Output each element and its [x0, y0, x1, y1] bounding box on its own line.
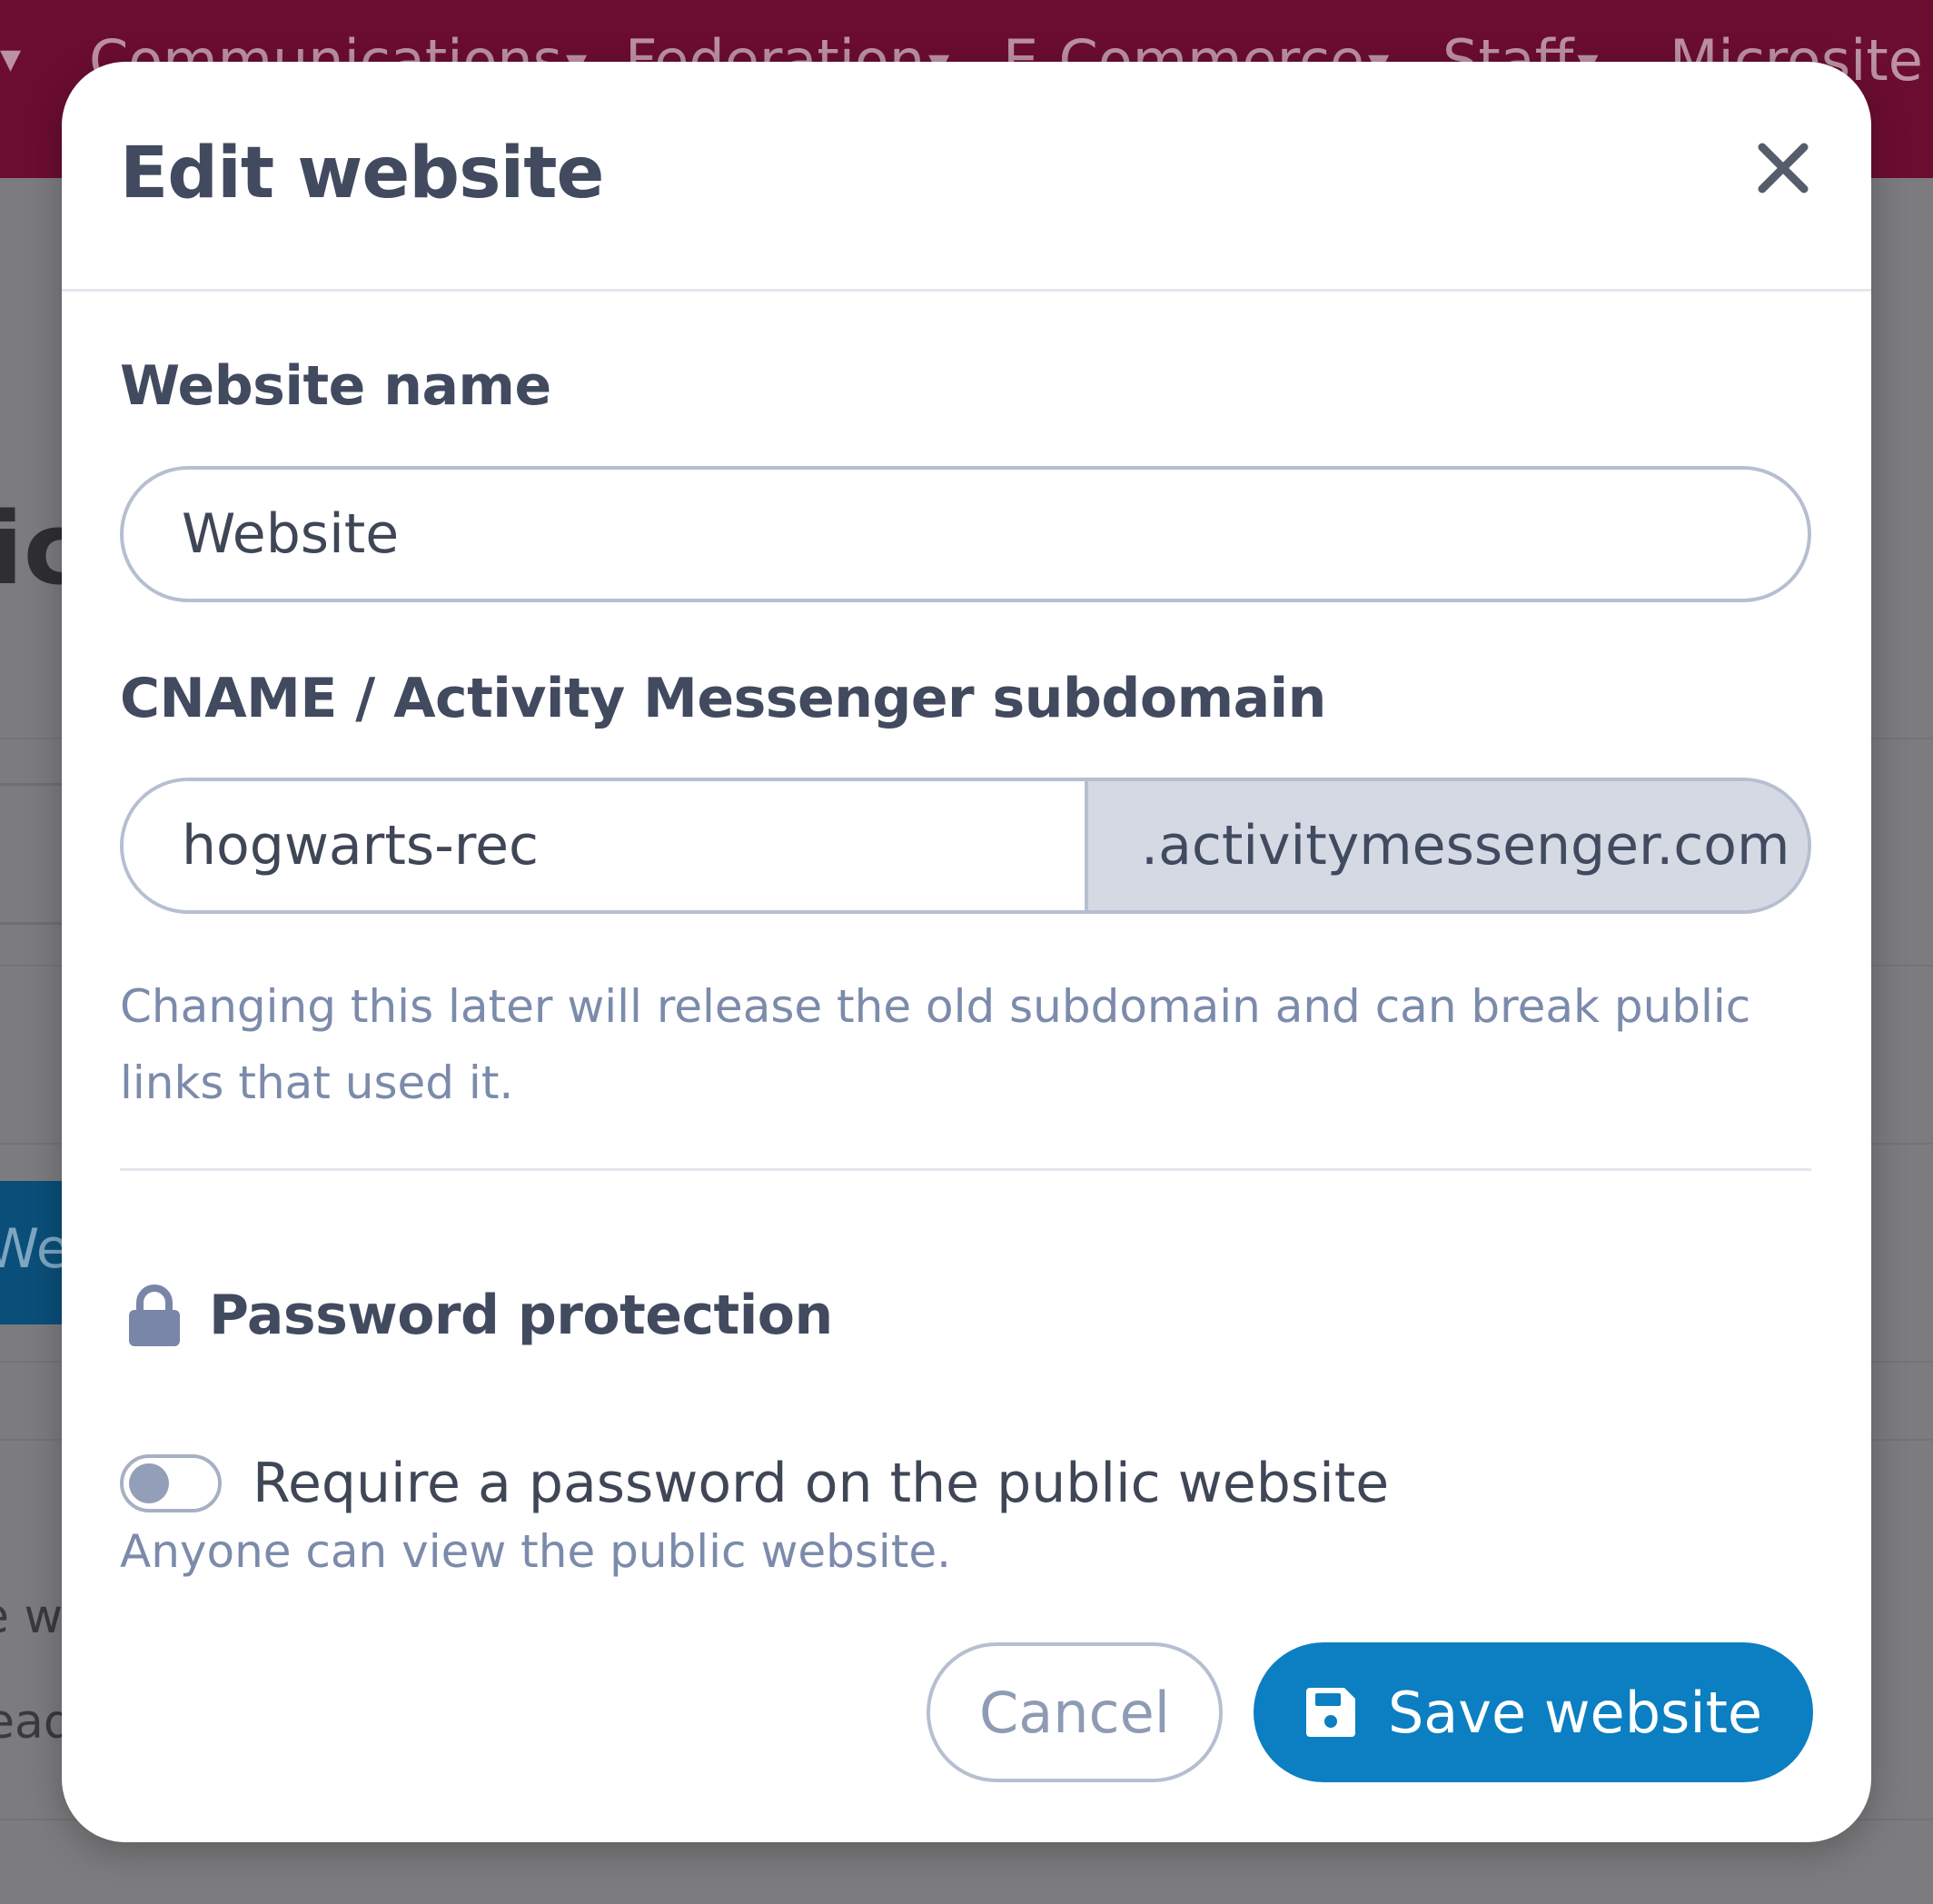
subdomain-input[interactable] — [124, 781, 1088, 910]
cancel-button[interactable]: Cancel — [927, 1642, 1223, 1782]
close-button[interactable] — [1751, 136, 1815, 200]
modal-title: Edit website — [120, 133, 604, 214]
toggle-knob — [129, 1463, 169, 1503]
subdomain-label: CNAME / Activity Messenger subdomain — [120, 667, 1326, 730]
subdomain-help-text: Changing this later will release the old… — [120, 980, 1751, 1109]
edit-website-modal: Edit website Website name CNAME / Activi… — [62, 62, 1871, 1842]
subdomain-suffix: .activitymessenger.com — [1088, 781, 1808, 910]
password-toggle[interactable] — [120, 1454, 222, 1512]
password-protection-header: Password protection — [127, 1270, 833, 1361]
password-toggle-label[interactable]: Require a password on the public website — [253, 1452, 1389, 1515]
background-text: e w — [0, 1590, 64, 1644]
background-input — [0, 783, 64, 925]
password-toggle-row: Require a password on the public website — [120, 1443, 1389, 1524]
password-help-text: Anyone can view the public website. — [120, 1525, 952, 1578]
lock-icon — [129, 1284, 180, 1346]
website-name-input[interactable] — [120, 466, 1811, 602]
section-divider — [120, 1168, 1811, 1171]
close-icon — [1758, 143, 1809, 193]
floppy-disk-icon — [1305, 1688, 1355, 1737]
save-website-label: Save website — [1387, 1679, 1763, 1746]
save-website-button[interactable]: Save website — [1254, 1642, 1813, 1782]
subdomain-input-group: .activitymessenger.com — [120, 778, 1811, 914]
chevron-down-icon: ▼ — [0, 44, 22, 75]
modal-header: Edit website — [62, 62, 1871, 292]
background-button: We — [0, 1181, 64, 1324]
website-name-label: Website name — [120, 354, 551, 418]
password-protection-title: Password protection — [209, 1284, 833, 1347]
